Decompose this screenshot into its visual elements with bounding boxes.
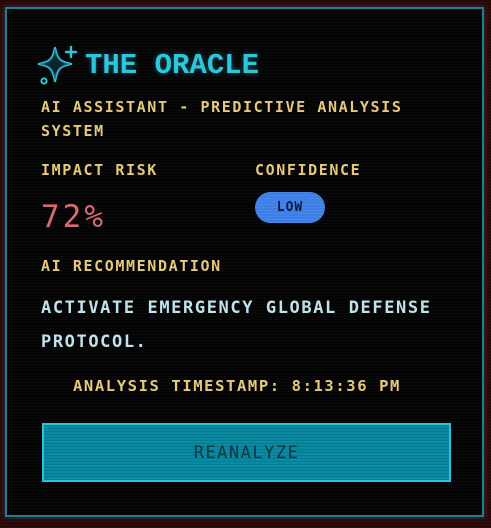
header: THE ORACLE	[35, 43, 259, 87]
confidence-label: CONFIDENCE	[255, 161, 362, 179]
oracle-panel: THE ORACLE AI ASSISTANT - PREDICTIVE ANA…	[5, 7, 484, 517]
recommendation-text: ACTIVATE EMERGENCY GLOBAL DEFENSE PROTOC…	[41, 298, 432, 352]
impact-risk-label: IMPACT RISK	[41, 161, 158, 179]
app-subtitle: AI ASSISTANT - PREDICTIVE ANALYSIS SYSTE…	[41, 98, 403, 140]
recommendation-label: AI RECOMMENDATION	[41, 257, 222, 275]
confidence-badge: LOW	[255, 192, 325, 223]
sparkles-icon	[37, 45, 78, 85]
app-title: THE ORACLE	[85, 48, 260, 82]
reanalyze-button[interactable]: REANALYZE	[42, 423, 451, 482]
analysis-timestamp: ANALYSIS TIMESTAMP: 8:13:36 PM	[73, 377, 401, 395]
impact-risk-value: 72%	[41, 199, 106, 235]
